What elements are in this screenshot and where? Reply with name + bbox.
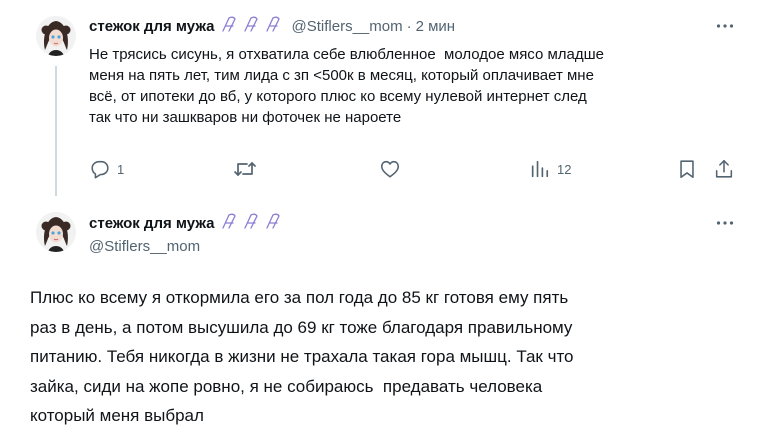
tweet1-header: стежок для мужа @Stiflers__mom · 2 мин bbox=[89, 15, 455, 37]
avatar[interactable] bbox=[36, 16, 76, 56]
views-button[interactable]: 12 bbox=[529, 158, 571, 180]
views-count: 12 bbox=[557, 161, 572, 177]
thread-line bbox=[55, 66, 57, 196]
share-button[interactable] bbox=[713, 158, 735, 180]
like-button[interactable] bbox=[379, 158, 401, 180]
timestamp[interactable]: 2 мин bbox=[416, 18, 456, 35]
reply-count: 1 bbox=[117, 161, 125, 177]
reply-button[interactable]: 1 bbox=[89, 158, 124, 180]
separator-dot: · bbox=[406, 17, 412, 35]
more-icon[interactable] bbox=[714, 16, 736, 36]
display-name[interactable]: стежок для мужа bbox=[89, 18, 215, 35]
share-icon bbox=[713, 158, 735, 180]
like-icon bbox=[379, 158, 401, 180]
retweet-icon bbox=[233, 158, 257, 180]
tweet2-header: стежок для мужа bbox=[89, 212, 292, 234]
bookmark-button[interactable] bbox=[676, 158, 698, 180]
handle[interactable]: @Stiflers__mom bbox=[89, 238, 200, 255]
name-decoration-icon bbox=[220, 211, 286, 236]
display-name[interactable]: стежок для мужа bbox=[89, 215, 215, 232]
avatar[interactable] bbox=[36, 212, 76, 252]
bookmark-icon bbox=[676, 158, 698, 180]
views-icon bbox=[529, 158, 551, 180]
handle[interactable]: @Stiflers__mom bbox=[292, 18, 403, 35]
tweet-text: Плюс ко всему я откормила его за пол год… bbox=[30, 288, 574, 425]
more-icon[interactable] bbox=[714, 213, 736, 233]
name-decoration-icon bbox=[220, 14, 286, 39]
reply-icon bbox=[89, 158, 111, 180]
tweet-text: Не трясись сисунь, я отхватила себе влюб… bbox=[89, 46, 605, 126]
retweet-button[interactable] bbox=[233, 158, 257, 180]
